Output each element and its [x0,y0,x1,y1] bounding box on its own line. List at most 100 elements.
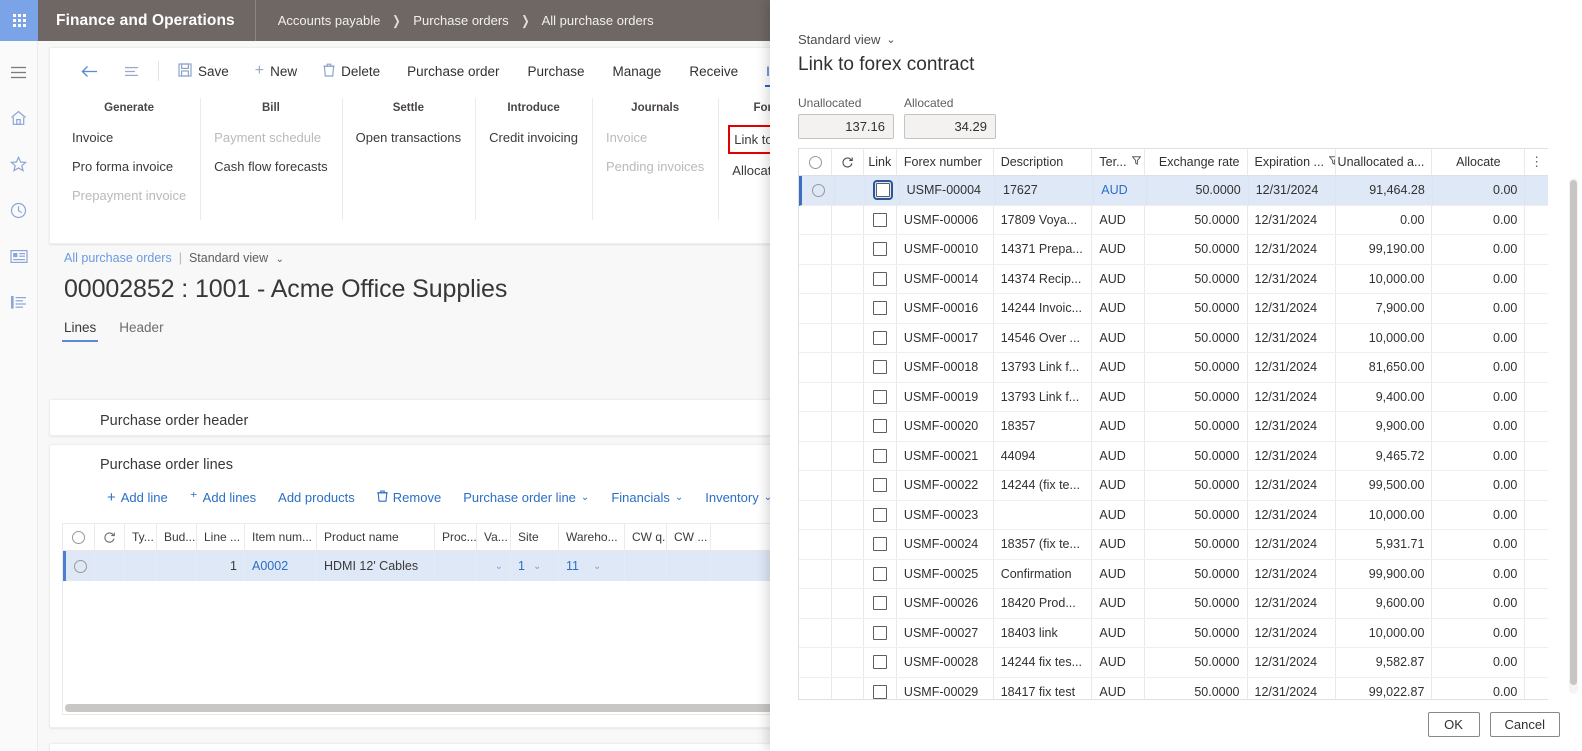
cell-exchange-rate[interactable]: 50.0000 [1145,412,1248,441]
table-row[interactable]: USMF-00010 14371 Prepa... AUD 50.0000 12/31/… [799,235,1548,265]
table-row[interactable]: USMF-00020 18357 AUD 50.0000 12/31/2024 9,900… [799,412,1548,442]
column-procurement[interactable]: Proc... [435,524,477,550]
cell-currency[interactable]: AUD [1094,176,1147,205]
cell-currency[interactable]: AUD [1092,559,1145,588]
financials-menu[interactable]: Financials ⌄ [600,490,694,505]
cell-description[interactable]: 18420 Prod... [994,589,1093,618]
save-button[interactable]: Save [165,48,242,94]
modules-list-icon[interactable] [0,279,38,325]
table-row[interactable]: USMF-00014 14374 Recip... AUD 50.0000 12/31/… [799,264,1548,294]
column-type[interactable]: Ty... [125,524,157,550]
select-all-column[interactable] [63,524,95,550]
column-exchange-rate[interactable]: Exchange rate [1145,149,1248,175]
column-link[interactable]: Link [864,149,897,175]
tab-receive[interactable]: Receive [675,48,752,94]
cell-warehouse[interactable]: 11 ⌄ [559,551,625,581]
cell-expiration-date[interactable]: 12/31/2024 [1248,471,1336,500]
cell-exchange-rate[interactable]: 50.0000 [1145,471,1248,500]
cell-expiration-date[interactable]: 12/31/2024 [1248,264,1336,293]
cell-exchange-rate[interactable]: 50.0000 [1145,235,1248,264]
add-lines-button[interactable]: ⁺ Add lines [179,490,267,505]
cell-unallocated-amount[interactable]: 7,900.00 [1336,294,1433,323]
cell-expiration-date[interactable]: 12/31/2024 [1248,441,1336,470]
table-row[interactable]: USMF-00017 14546 Over ... AUD 50.0000 12/31/… [799,323,1548,353]
cell-exchange-rate[interactable]: 50.0000 [1145,264,1248,293]
cell-unallocated-amount[interactable]: 81,650.00 [1336,353,1433,382]
cell-expiration-date[interactable]: 12/31/2024 [1248,294,1336,323]
cell-procurement[interactable] [435,551,477,581]
link-checkbox[interactable] [872,242,887,257]
row-select[interactable] [66,551,95,581]
row-select[interactable] [799,677,833,699]
link-checkbox-cell[interactable] [864,530,897,559]
cell-description[interactable]: 14374 Recip... [994,264,1093,293]
link-checkbox[interactable] [872,448,887,463]
cell-forex-number[interactable]: USMF-00021 [897,441,994,470]
cell-description[interactable]: 13793 Link f... [994,353,1093,382]
row-select[interactable] [799,589,833,618]
cell-currency[interactable]: AUD [1092,530,1145,559]
cell-currency[interactable]: AUD [1092,471,1145,500]
workspaces-icon[interactable] [0,233,38,279]
cell-description[interactable]: 17809 Voya... [994,205,1093,234]
cell-currency[interactable]: AUD [1092,294,1145,323]
link-checkbox-cell[interactable] [864,264,897,293]
table-row[interactable]: USMF-00023 AUD 50.0000 12/31/2024 10,000.00 0… [799,500,1548,530]
tab-purchase[interactable]: Purchase [513,48,598,94]
star-favorites-icon[interactable] [0,141,38,187]
column-item-number[interactable]: Item num... [245,524,317,550]
link-checkbox-cell[interactable] [864,559,897,588]
cell-description[interactable]: 18357 [994,412,1093,441]
ribbon-item-open-transactions[interactable]: Open transactions [356,123,462,152]
link-checkbox[interactable] [872,566,887,581]
breadcrumb-item-accounts-payable[interactable]: Accounts payable [278,13,381,28]
table-row[interactable]: USMF-00029 18417 fix test AUD 50.0000 12/31/… [799,677,1548,699]
cell-forex-number[interactable]: USMF-00028 [897,648,994,677]
cell-description[interactable]: 18357 (fix te... [994,530,1093,559]
cell-expiration-date[interactable]: 12/31/2024 [1249,176,1337,205]
cell-unallocated-amount[interactable]: 9,582.87 [1336,648,1433,677]
link-checkbox-cell[interactable] [864,353,897,382]
cancel-button[interactable]: Cancel [1489,712,1560,737]
options-lines-icon[interactable] [111,48,152,94]
tab-header[interactable]: Header [119,320,163,342]
row-select[interactable] [799,264,833,293]
link-checkbox[interactable] [872,271,887,286]
link-checkbox[interactable] [872,180,893,201]
cell-unallocated-amount[interactable]: 10,000.00 [1336,618,1433,647]
cell-allocate[interactable]: 0.00 [1432,294,1526,323]
cell-allocate[interactable]: 0.00 [1432,353,1526,382]
cell-allocate[interactable]: 0.00 [1432,412,1526,441]
cell-description[interactable]: 14546 Over ... [994,323,1093,352]
filter-icon[interactable] [1131,156,1141,168]
cell-exchange-rate[interactable]: 50.0000 [1145,353,1248,382]
cell-expiration-date[interactable]: 12/31/2024 [1248,205,1336,234]
cell-expiration-date[interactable]: 12/31/2024 [1248,530,1336,559]
cell-forex-number[interactable]: USMF-00016 [897,294,994,323]
cell-currency[interactable]: AUD [1092,205,1145,234]
cell-unallocated-amount[interactable]: 9,900.00 [1336,412,1433,441]
table-row[interactable]: USMF-00025 Confirmation AUD 50.0000 12/31/20… [799,559,1548,589]
row-select[interactable] [799,441,833,470]
cell-forex-number[interactable]: USMF-00020 [897,412,994,441]
cell-type[interactable] [125,551,157,581]
cell-exchange-rate[interactable]: 50.0000 [1145,618,1248,647]
link-checkbox-cell[interactable] [864,205,897,234]
cell-unallocated-amount[interactable]: 99,022.87 [1336,677,1433,699]
cell-forex-number[interactable]: USMF-00004 [900,176,996,205]
cell-currency[interactable]: AUD [1092,323,1145,352]
cell-line-number[interactable]: 1 [197,551,245,581]
brand-area[interactable]: Finance and Operations [38,0,256,41]
cell-currency[interactable]: AUD [1092,235,1145,264]
cell-item-number[interactable]: A0002 [245,551,317,581]
cell-forex-number[interactable]: USMF-00022 [897,471,994,500]
cell-forex-number[interactable]: USMF-00019 [897,382,994,411]
cell-allocate[interactable]: 0.00 [1432,618,1526,647]
row-select[interactable] [799,382,833,411]
cell-forex-number[interactable]: USMF-00024 [897,530,994,559]
cell-allocate[interactable]: 0.00 [1432,589,1526,618]
cell-currency[interactable]: AUD [1092,618,1145,647]
cell-forex-number[interactable]: USMF-00014 [897,264,994,293]
link-checkbox[interactable] [872,419,887,434]
cell-currency[interactable]: AUD [1092,677,1145,699]
